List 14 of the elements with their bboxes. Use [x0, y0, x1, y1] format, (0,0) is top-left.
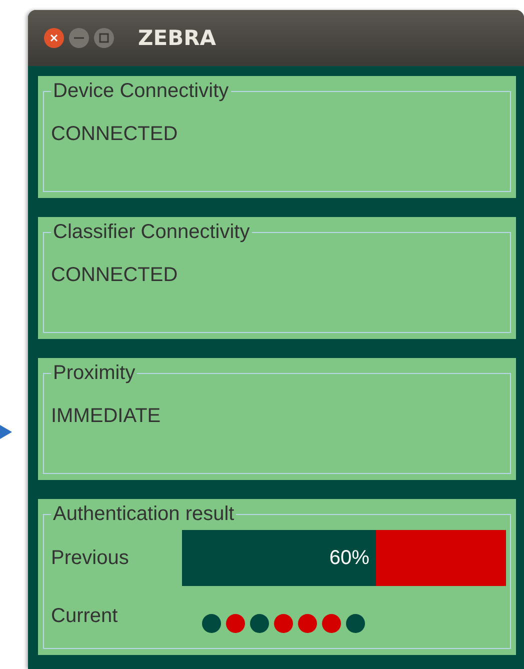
arrow-icon [0, 425, 12, 439]
close-icon[interactable] [43, 27, 65, 49]
panel-title: Authentication result [52, 503, 236, 526]
panel-title: Classifier Connectivity [52, 221, 251, 244]
previous-label: Previous [51, 546, 130, 570]
window-title: ZEBRA [138, 26, 216, 50]
status-text: CONNECTED [51, 123, 178, 146]
current-label: Current [51, 605, 119, 628]
panel-title: Device Connectivity [52, 80, 230, 103]
panel-title: Proximity [52, 362, 136, 385]
status-text: CONNECTED [51, 264, 178, 287]
bar-reading: 60% [329, 546, 370, 570]
status-text: IMMEDIATE [51, 405, 161, 428]
maximize-icon[interactable] [93, 27, 115, 49]
